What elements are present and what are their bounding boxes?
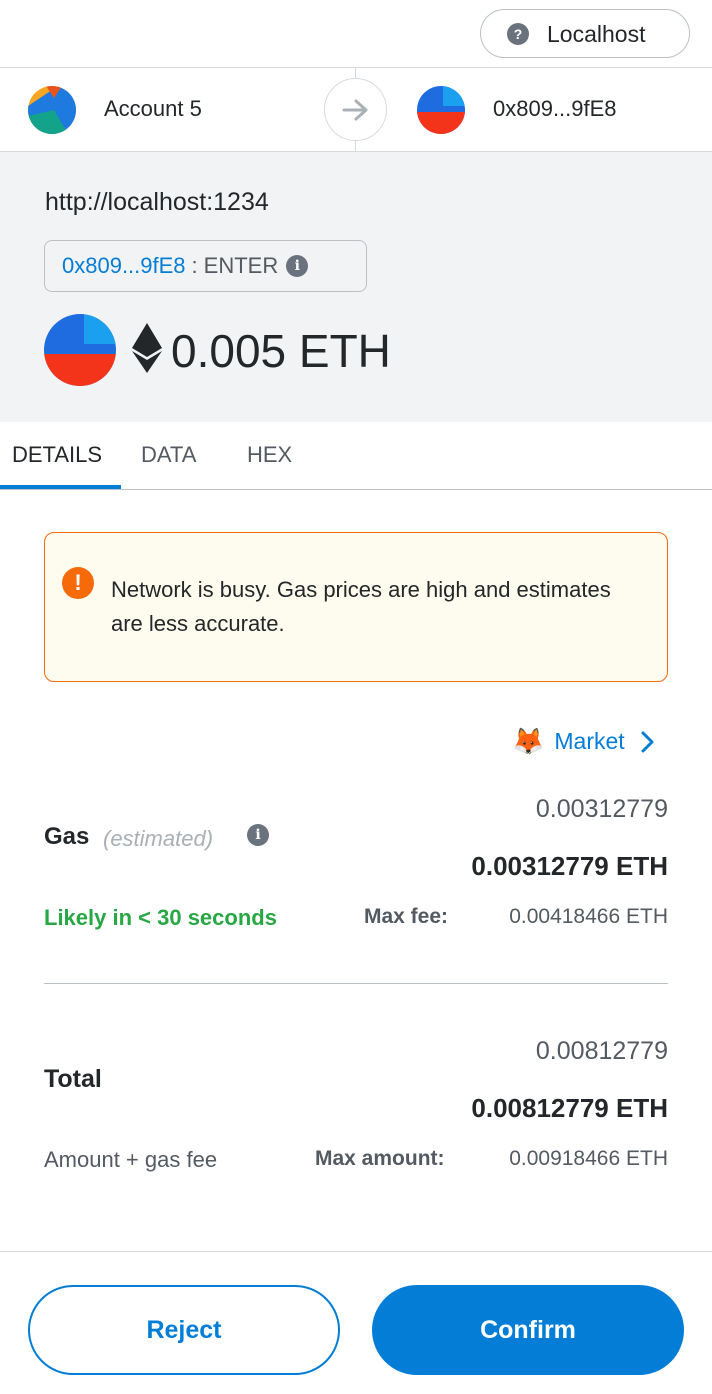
amount: 0.005 ETH [171, 325, 391, 377]
sender-recipient-row: Account 5 0x809...9fE8 [0, 68, 712, 152]
market-label: Market [554, 728, 625, 754]
tab-details[interactable]: DETAILS [12, 442, 102, 468]
max-fee-label: Max fee: [364, 905, 449, 928]
recipient-avatar-large [44, 314, 116, 386]
warning-icon: ! [62, 567, 94, 599]
total-fiat-value: 0.00812779 [535, 1037, 668, 1065]
arrow-right-icon [324, 78, 387, 141]
sender-name: Account 5 [104, 96, 202, 121]
confirm-button[interactable]: Confirm [372, 1285, 684, 1375]
network-busy-warning: ! Network is busy. Gas prices are high a… [44, 532, 668, 682]
total-sub-label: Amount + gas fee [44, 1147, 218, 1172]
recipient-address[interactable]: 0x809...9fE8 [493, 96, 617, 122]
footer-divider [0, 1251, 712, 1252]
active-tab-indicator [0, 485, 121, 489]
gas-estimated-label: (estimated) [103, 826, 214, 851]
sender-avatar [28, 86, 76, 134]
method-separator: : [191, 253, 198, 278]
gas-fiat-value: 0.00312779 [535, 795, 668, 823]
method-name: ENTER [203, 253, 279, 278]
tab-hex[interactable]: HEX [247, 442, 292, 468]
top-bar: ? Localhost [0, 0, 712, 68]
gas-label: Gas [44, 823, 90, 850]
gas-option-market-link[interactable]: 🦊 Market [512, 726, 655, 757]
question-icon: ? [507, 23, 529, 45]
max-amount-label: Max amount: [315, 1147, 445, 1170]
transaction-summary: http://localhost:1234 0x809...9fE8 : ENT… [0, 152, 712, 422]
warning-text: Network is busy. Gas prices are high and… [111, 577, 611, 636]
tab-data[interactable]: DATA [141, 442, 196, 468]
reject-button[interactable]: Reject [28, 1285, 340, 1375]
total-label: Total [44, 1065, 102, 1093]
divider [44, 983, 668, 984]
max-fee-value: 0.00418466 ETH [509, 905, 668, 928]
contract-address-link[interactable]: 0x809...9fE8 [62, 253, 186, 279]
network-selector[interactable]: ? Localhost [480, 9, 690, 58]
gas-eth-value: 0.00312779 ETH [471, 851, 668, 881]
max-amount-value: 0.00918466 ETH [509, 1147, 668, 1170]
fox-icon: 🦊 [512, 726, 545, 756]
tab-bar: DETAILS DATA HEX [0, 422, 712, 490]
ethereum-icon [132, 323, 162, 373]
recipient-avatar [417, 86, 465, 134]
contract-method: 0x809...9fE8 : ENTER i [44, 240, 367, 292]
network-label: Localhost [547, 21, 646, 47]
gas-timing: Likely in < 30 seconds [44, 905, 277, 930]
gas-info-icon[interactable]: i [247, 824, 269, 846]
info-icon[interactable]: i [286, 255, 309, 277]
chevron-right-icon [641, 731, 654, 752]
origin-url: http://localhost:1234 [45, 188, 269, 216]
total-eth-value: 0.00812779 ETH [471, 1093, 668, 1123]
